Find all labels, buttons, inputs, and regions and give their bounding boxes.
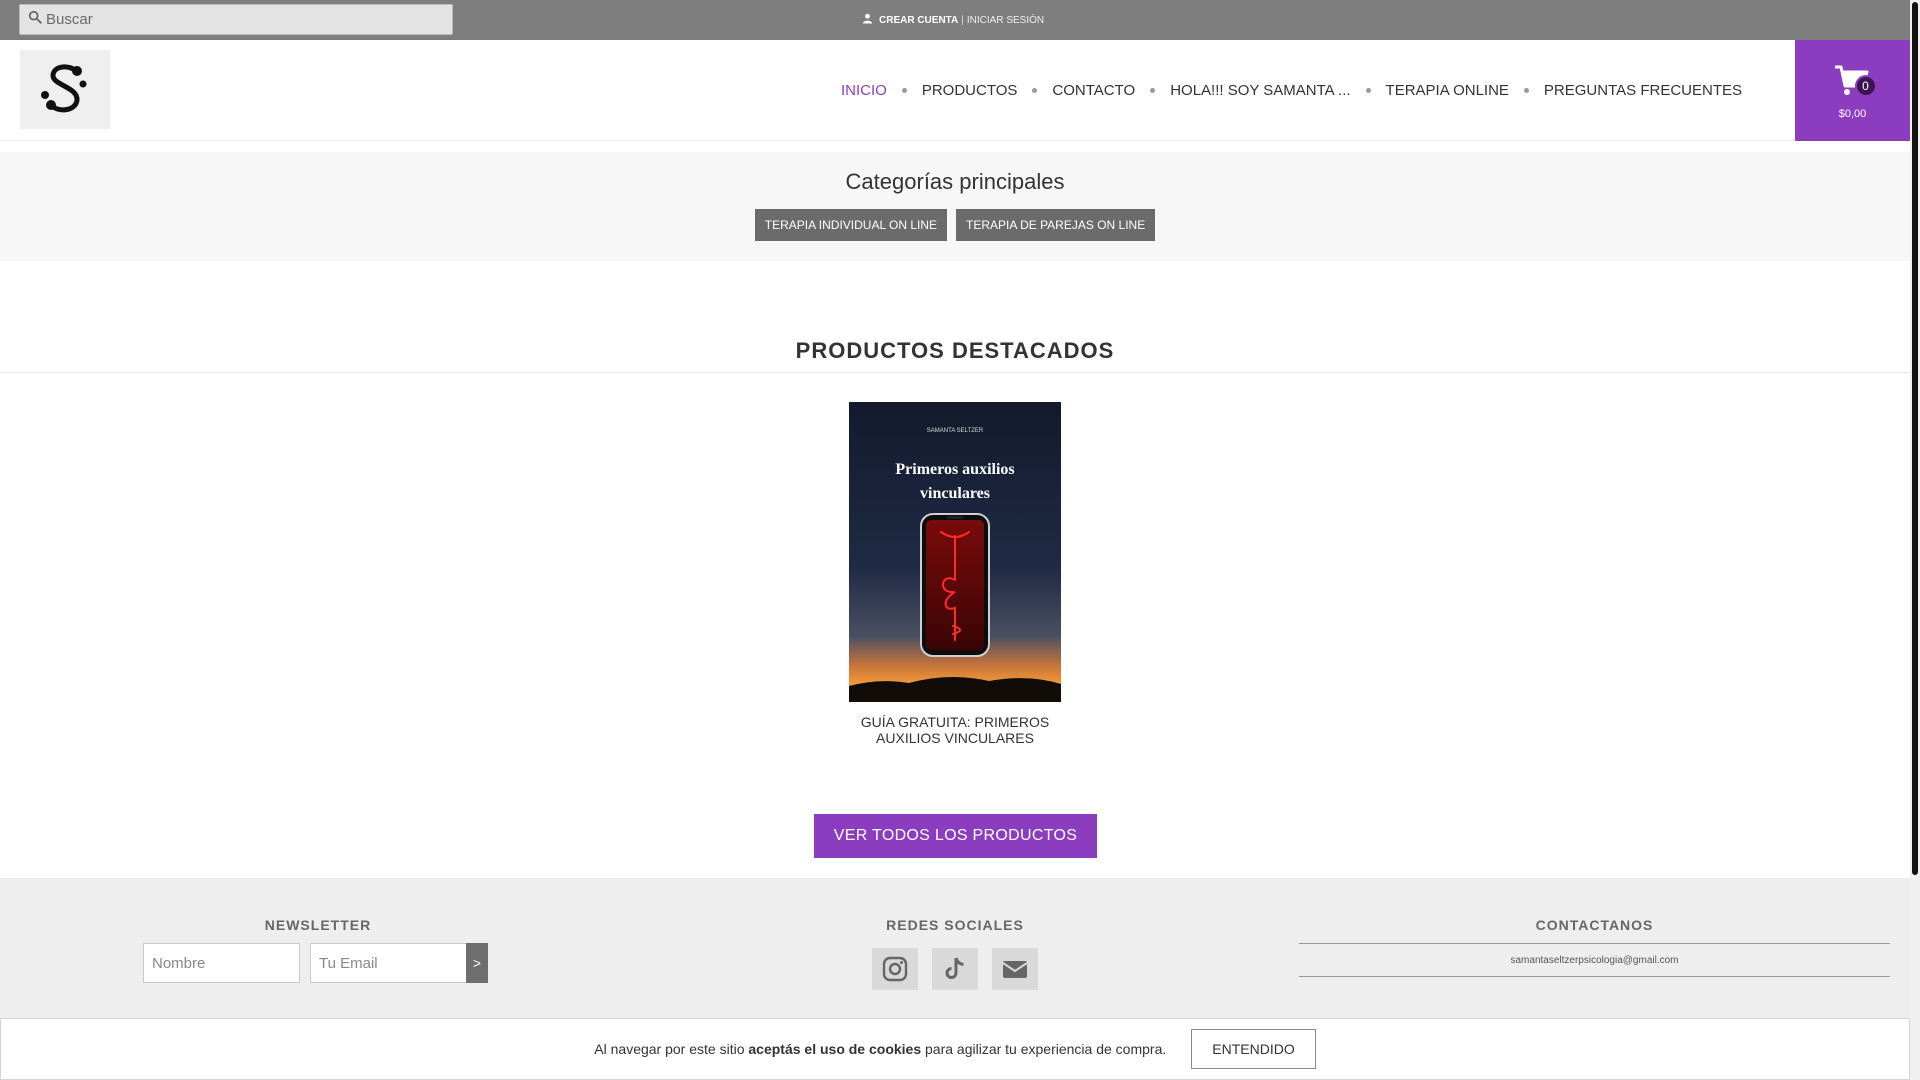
nav-separator-dot bbox=[1032, 88, 1038, 93]
newsletter-email-input[interactable] bbox=[310, 943, 467, 983]
newsletter-submit-button[interactable]: > bbox=[466, 943, 488, 983]
nav-separator-dot bbox=[1150, 88, 1156, 93]
logo-s-mark bbox=[41, 63, 87, 112]
nav-item-inicio[interactable]: INICIO bbox=[841, 82, 887, 99]
search-box[interactable] bbox=[19, 4, 453, 35]
nav-item-terapia-online[interactable]: TERAPIA ONLINE bbox=[1386, 82, 1509, 99]
social-title: REDES SOCIALES bbox=[886, 917, 1024, 933]
main-categories: Categorías principales TERAPIA INDIVIDUA… bbox=[0, 152, 1910, 261]
search-input[interactable] bbox=[46, 11, 446, 28]
featured-title: PRODUCTOS DESTACADOS bbox=[795, 338, 1115, 363]
cart-icon: 0 bbox=[1833, 62, 1877, 102]
contact-email[interactable]: samantaseltzerpsicologia@gmail.com bbox=[1299, 943, 1890, 977]
search-icon bbox=[28, 10, 42, 29]
product-name[interactable]: GUÍA GRATUITA: PRIMEROS AUXILIOS VINCULA… bbox=[849, 714, 1061, 746]
cover-title-line1: Primeros auxilios bbox=[895, 461, 1014, 478]
tiktok-icon bbox=[945, 957, 964, 979]
cookie-text-before: Al navegar por este sitio bbox=[594, 1041, 749, 1057]
category-terapia-parejas[interactable]: TERAPIA DE PAREJAS ON LINE bbox=[956, 209, 1156, 241]
instagram-icon bbox=[882, 956, 908, 982]
newsletter-name-input[interactable] bbox=[143, 943, 300, 983]
cookie-accept-button[interactable]: ENTENDIDO bbox=[1191, 1029, 1316, 1069]
cart-button[interactable]: 0 $0,00 bbox=[1795, 40, 1910, 141]
contact-title: CONTACTANOS bbox=[1535, 917, 1654, 933]
main-nav: INICIO PRODUCTOS CONTACTO HOLA!!! SOY SA… bbox=[841, 40, 1742, 141]
header: INICIO PRODUCTOS CONTACTO HOLA!!! SOY SA… bbox=[0, 40, 1910, 141]
cookie-text-after: para agilizar tu experiencia de compra. bbox=[921, 1041, 1167, 1057]
nav-item-hola-soy-samanta[interactable]: HOLA!!! SOY SAMANTA ... bbox=[1170, 82, 1350, 99]
nav-item-preguntas-frecuentes[interactable]: PREGUNTAS FRECUENTES bbox=[1544, 82, 1742, 99]
cart-count-badge: 0 bbox=[1854, 74, 1877, 97]
product-cover-image[interactable]: SAMANTA SELTZER Primeros auxilios vincul… bbox=[849, 402, 1061, 702]
user-icon bbox=[862, 13, 879, 27]
category-terapia-individual[interactable]: TERAPIA INDIVIDUAL ON LINE bbox=[754, 209, 948, 241]
nav-separator-dot bbox=[1365, 88, 1371, 93]
cookie-message: Al navegar por este sitio aceptás el uso… bbox=[594, 1041, 1166, 1057]
envelope-icon bbox=[1002, 961, 1028, 978]
cookie-banner: Al navegar por este sitio aceptás el uso… bbox=[0, 1018, 1910, 1080]
email-link[interactable] bbox=[992, 948, 1038, 990]
create-account-link[interactable]: CREAR CUENTA bbox=[879, 15, 958, 26]
cookie-text-bold: aceptás el uso de cookies bbox=[748, 1041, 922, 1057]
featured-divider bbox=[0, 372, 1910, 373]
view-all-products-button[interactable]: VER TODOS LOS PRODUCTOS bbox=[814, 814, 1097, 858]
scrollbar[interactable] bbox=[1910, 0, 1920, 1080]
account-links: CREAR CUENTA | INICIAR SESIÓN bbox=[862, 13, 1044, 27]
newsletter-title: NEWSLETTER bbox=[264, 917, 372, 933]
scrollbar-thumb[interactable] bbox=[1912, 2, 1918, 875]
product-card[interactable]: SAMANTA SELTZER Primeros auxilios vincul… bbox=[849, 402, 1061, 746]
page: CREAR CUENTA | INICIAR SESIÓN INICIO PRO… bbox=[0, 0, 1920, 1080]
instagram-link[interactable] bbox=[872, 948, 918, 990]
nav-separator-dot bbox=[901, 88, 907, 93]
account-separator: | bbox=[961, 14, 964, 26]
login-link[interactable]: INICIAR SESIÓN bbox=[967, 15, 1044, 26]
category-chips: TERAPIA INDIVIDUAL ON LINE TERAPIA DE PA… bbox=[0, 209, 1910, 241]
tiktok-link[interactable] bbox=[932, 948, 978, 990]
categories-title: Categorías principales bbox=[845, 169, 1065, 194]
nav-separator-dot bbox=[1523, 88, 1529, 93]
nav-item-productos[interactable]: PRODUCTOS bbox=[922, 82, 1018, 99]
cover-author: SAMANTA SELTZER bbox=[927, 428, 984, 434]
cart-total: $0,00 bbox=[1838, 107, 1867, 120]
top-bar: CREAR CUENTA | INICIAR SESIÓN bbox=[0, 0, 1910, 40]
nav-item-contacto[interactable]: CONTACTO bbox=[1052, 82, 1135, 99]
cover-title-line2: vinculares bbox=[920, 485, 990, 502]
store-logo[interactable] bbox=[20, 50, 110, 129]
